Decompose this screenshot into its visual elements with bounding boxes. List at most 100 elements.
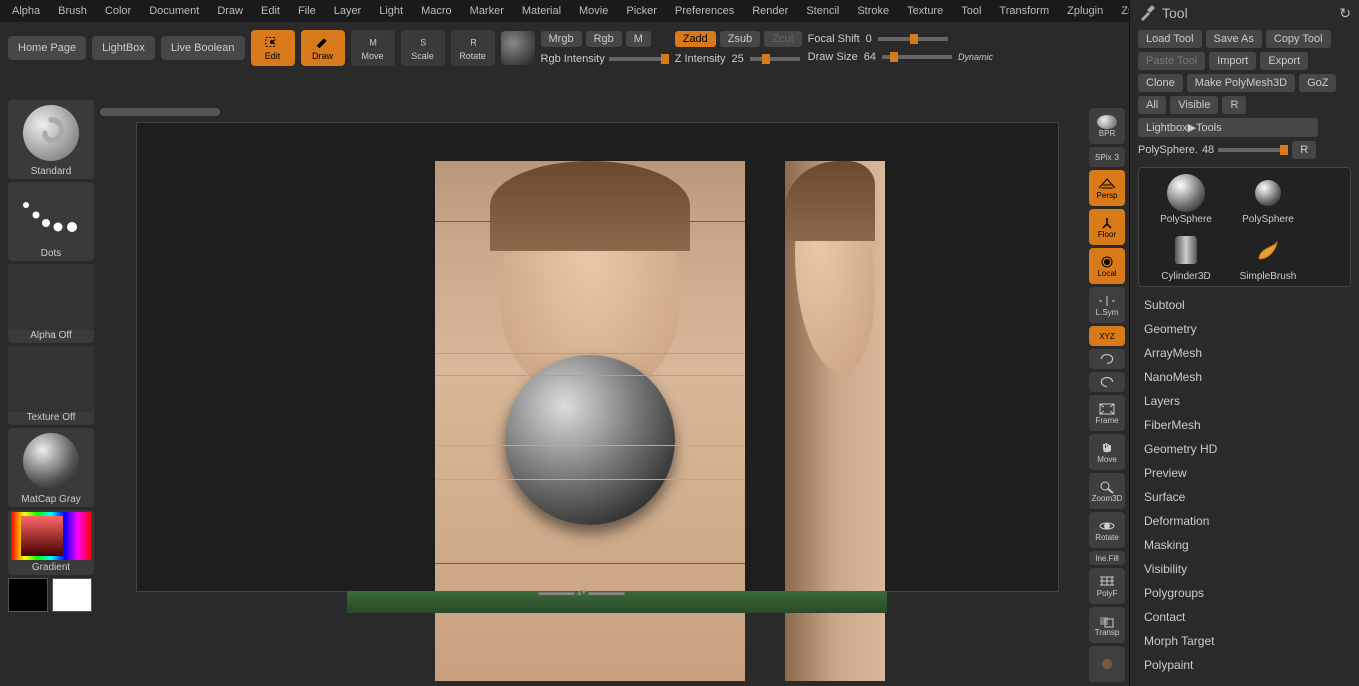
menu-zplugin[interactable]: Zplugin [1059,2,1111,20]
zsub-button[interactable]: Zsub [720,31,760,47]
subpalette-preview[interactable]: Preview [1130,461,1359,485]
color-picker[interactable] [11,512,91,560]
subpalette-morphtarget[interactable]: Morph Target [1130,629,1359,653]
menu-texture[interactable]: Texture [899,2,951,20]
document-canvas[interactable] [136,122,1059,592]
subpalette-nanomesh[interactable]: NanoMesh [1130,365,1359,389]
material-slot[interactable]: MatCap Gray [8,428,94,507]
all-button[interactable]: All [1138,96,1166,114]
tool-thumb-polysphere-2[interactable]: PolySphere [1229,172,1307,225]
alpha-slot[interactable]: Alpha Off [8,264,94,343]
tool-thumb-polysphere[interactable]: PolySphere [1147,172,1225,225]
menu-layer[interactable]: Layer [326,2,370,20]
frame-button[interactable]: Frame [1089,395,1125,431]
subpalette-subtool[interactable]: Subtool [1130,293,1359,317]
rot-cw-button[interactable] [1089,349,1125,369]
brush-slot[interactable]: Standard [8,100,94,179]
xyz-button[interactable]: XYZ [1089,326,1125,346]
polyf-button[interactable]: PolyF [1089,568,1125,604]
subpalette-deformation[interactable]: Deformation [1130,509,1359,533]
swatch-white[interactable] [52,578,92,612]
visible-button[interactable]: Visible [1170,96,1218,114]
tool-thumb-cylinder3d[interactable]: Cylinder3D [1147,229,1225,282]
import-button[interactable]: Import [1209,52,1256,70]
subpalette-geometry[interactable]: Geometry [1130,317,1359,341]
zoom3d-button[interactable]: Zoom3D [1089,473,1125,509]
focal-shift-slider[interactable] [878,37,948,41]
move-mode-button[interactable]: M Move [351,30,395,66]
m-button[interactable]: M [626,31,651,47]
refresh-icon[interactable]: ↻ [1339,5,1351,22]
floor-button[interactable]: Floor [1089,209,1125,245]
ghost-button[interactable] [1089,646,1125,682]
swatch-black[interactable] [8,578,48,612]
color-picker-slot[interactable]: Gradient [8,510,94,575]
zadd-button[interactable]: Zadd [675,31,716,47]
r-button[interactable]: R [1222,96,1246,114]
menu-document[interactable]: Document [141,2,207,20]
edit-mode-button[interactable]: Edit [251,30,295,66]
subpalette-geometryhd[interactable]: Geometry HD [1130,437,1359,461]
transp-button[interactable]: Transp [1089,607,1125,643]
persp-button[interactable]: Persp [1089,170,1125,206]
menu-edit[interactable]: Edit [253,2,288,20]
menu-movie[interactable]: Movie [571,2,616,20]
subpalette-layers[interactable]: Layers [1130,389,1359,413]
subpalette-surface[interactable]: Surface [1130,485,1359,509]
subpalette-masking[interactable]: Masking [1130,533,1359,557]
menu-color[interactable]: Color [97,2,139,20]
menu-preferences[interactable]: Preferences [667,2,742,20]
stroke-slot[interactable]: Dots [8,182,94,261]
mrgb-button[interactable]: Mrgb [541,31,582,47]
subpalette-polygroups[interactable]: Polygroups [1130,581,1359,605]
scale-mode-button[interactable]: S Scale [401,30,445,66]
subpalette-contact[interactable]: Contact [1130,605,1359,629]
lightbox-tools-button[interactable]: Lightbox▶Tools [1138,118,1318,137]
goz-button[interactable]: GoZ [1299,74,1336,92]
menu-macro[interactable]: Macro [413,2,460,20]
dynamic-label[interactable]: Dynamic [958,52,993,62]
menu-transform[interactable]: Transform [991,2,1057,20]
move-nav-button[interactable]: Move [1089,434,1125,470]
load-tool-button[interactable]: Load Tool [1138,30,1202,48]
menu-picker[interactable]: Picker [618,2,665,20]
r2-button[interactable]: R [1292,141,1316,159]
canvas-resize-handle[interactable]: ▬▬▬▬ ▴▾ ▬▬▬▬ [538,587,624,598]
menu-light[interactable]: Light [371,2,411,20]
subpalette-visibility[interactable]: Visibility [1130,557,1359,581]
make-polymesh3d-button[interactable]: Make PolyMesh3D [1187,74,1295,92]
copy-tool-button[interactable]: Copy Tool [1266,30,1331,48]
material-preview-icon[interactable] [501,31,535,65]
menu-marker[interactable]: Marker [462,2,512,20]
polymesh-sphere[interactable] [505,355,675,525]
rgb-button[interactable]: Rgb [586,31,622,47]
liveboolean-button[interactable]: Live Boolean [161,36,245,60]
z-intensity-slider[interactable] [750,57,800,61]
rot-ccw-button[interactable] [1089,372,1125,392]
lsym-button[interactable]: L.Sym [1089,287,1125,323]
texture-slot[interactable]: Texture Off [8,346,94,425]
paste-tool-button[interactable]: Paste Tool [1138,52,1205,70]
bpr-button[interactable]: BPR [1089,108,1125,144]
rotate-nav-button[interactable]: Rotate [1089,512,1125,548]
canvas-scrollbar-h[interactable] [100,108,220,116]
local-button[interactable]: Local [1089,248,1125,284]
subpalette-fibermesh[interactable]: FiberMesh [1130,413,1359,437]
subpalette-arraymesh[interactable]: ArrayMesh [1130,341,1359,365]
spix-slider[interactable]: SPix3 [1089,147,1125,167]
clone-button[interactable]: Clone [1138,74,1183,92]
menu-material[interactable]: Material [514,2,569,20]
rotate-mode-button[interactable]: R Rotate [451,30,495,66]
save-as-button[interactable]: Save As [1206,30,1262,48]
homepage-button[interactable]: Home Page [8,36,86,60]
tool-thumb-simplebrush[interactable]: SimpleBrush [1229,229,1307,282]
menu-stencil[interactable]: Stencil [798,2,847,20]
menu-draw[interactable]: Draw [209,2,251,20]
menu-stroke[interactable]: Stroke [849,2,897,20]
draw-size-slider[interactable] [882,55,952,59]
rgb-intensity-slider[interactable] [609,57,669,61]
menu-alpha[interactable]: Alpha [4,2,48,20]
menu-render[interactable]: Render [744,2,796,20]
menu-brush[interactable]: Brush [50,2,95,20]
export-button[interactable]: Export [1260,52,1308,70]
